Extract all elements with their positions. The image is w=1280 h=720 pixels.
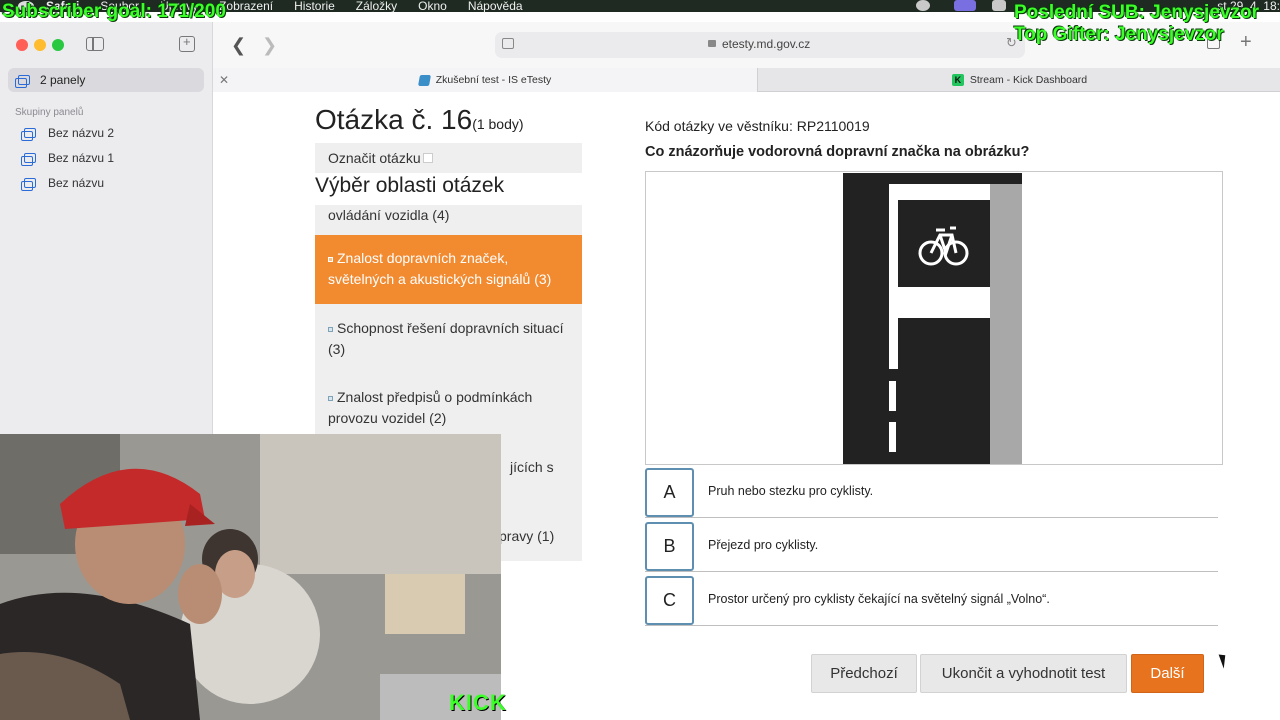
area-item[interactable]: ovládání vozidla (4) [315,205,582,235]
area-label: Znalost dopravních značek, světelných a … [328,250,552,287]
tab-group-label: 2 panely [40,73,86,87]
question-text: Co znázorňuje vodorovná dopravní značka … [645,144,1030,160]
answer-letter[interactable]: A [645,468,694,517]
tab-group-icon [21,178,36,191]
etesty-favicon-icon [417,74,431,86]
question-image [645,171,1223,465]
tab-group-item[interactable]: Bez názvu 1 [18,148,114,168]
answer-text[interactable]: Pruh nebo stezku pro cyklisty. [708,484,873,498]
area-label: ovládání vozidla (4) [328,207,450,223]
close-tab-icon[interactable]: ✕ [219,73,229,87]
question-code: Kód otázky ve věstníku: RP2110019 [645,118,870,134]
area-label: Znalost předpisů o podmínkách provozu vo… [328,389,533,426]
mark-question-checkbox[interactable] [422,153,433,163]
menu-window[interactable]: Okno [418,0,447,12]
answer-letter[interactable]: C [645,576,694,625]
mark-question-box[interactable]: Označit otázku [315,143,582,173]
tab-groups-section-label: Skupiny panelů [15,107,84,118]
close-window-button[interactable] [16,39,28,51]
tab-overview-icon[interactable] [179,34,195,52]
question-number: Otázka č. 16 [315,104,473,135]
forward-button[interactable]: ❯ [262,35,277,56]
status-menu-icon[interactable] [916,0,930,11]
kick-logo: KICK [449,690,507,715]
url-text[interactable]: etesty.md.gov.cz [722,37,810,51]
tab-group-label: Bez názvu [48,176,105,190]
subscriber-goal-overlay: Subscriber goal: 171/200 [2,1,226,22]
finish-test-button[interactable]: Ukončit a vyhodnotit test [920,654,1127,693]
control-center-icon[interactable] [954,0,976,11]
area-heading: Výběr oblasti otázek [315,174,505,197]
bike-lane-road-marking-image [843,173,1022,464]
bullet-icon [328,326,333,332]
menu-history[interactable]: Historie [294,0,335,12]
mouse-cursor-icon [1218,652,1230,669]
area-label: pravy (1) [499,528,555,544]
question-points: (1 body) [472,116,524,132]
question-title: Otázka č. 16(1 body) [315,104,524,136]
reader-icon[interactable] [502,38,514,49]
answer-text[interactable]: Přejezd pro cyklisty. [708,538,818,552]
answer-option-a[interactable]: A Pruh nebo stezku pro cyklisty. [645,468,1218,518]
tab-group-item[interactable]: Bez názvu 2 [18,123,114,143]
tab-etesty[interactable]: Zkušební test - IS eTesty [213,68,758,92]
answer-letter[interactable]: B [645,522,694,571]
tab-group-active[interactable]: 2 panely [8,68,204,92]
last-sub-text: Poslední SUB: Jenysjevzor [1014,2,1259,23]
webcam-feed-image [0,434,501,720]
previous-button[interactable]: Předchozí [811,654,917,693]
tab-group-icon [15,75,30,88]
menu-view[interactable]: Zobrazení [219,0,273,12]
mark-question-label: Označit otázku [328,150,421,166]
tab-title: Stream - Kick Dashboard [969,74,1088,86]
tab-group-label: Bez názvu 2 [48,126,115,140]
tab-group-label: Bez názvu 1 [48,151,115,165]
webcam-overlay [0,434,501,720]
answer-option-b[interactable]: B Přejezd pro cyklisty. [645,522,1218,572]
menu-help[interactable]: Nápověda [468,0,523,12]
area-label: jících s [510,459,554,475]
bullet-icon [328,256,333,262]
top-gifter-text: Top Gifter: Jenysjevzor [1014,24,1224,45]
tab-group-icon [21,128,36,141]
tab-kick-dashboard[interactable]: K Stream - Kick Dashboard [759,68,1280,92]
tab-group-item[interactable]: Bez názvu [18,173,104,193]
zoom-window-button[interactable] [52,39,64,51]
back-button[interactable]: ❮ [231,35,246,56]
answer-text[interactable]: Prostor určený pro cyklisty čekající na … [708,592,1050,606]
tab-group-icon [21,153,36,166]
next-button[interactable]: Další [1131,654,1204,693]
sidebar-toggle-icon[interactable] [86,37,104,51]
lock-icon [708,40,716,47]
bullet-icon [328,395,333,401]
area-item[interactable]: Znalost předpisů o podmínkách provozu vo… [315,373,582,442]
tab-title: Zkušební test - IS eTesty [435,74,552,86]
area-item-active[interactable]: Znalost dopravních značek, světelných a … [315,235,582,304]
minimize-window-button[interactable] [34,39,46,51]
kick-favicon-icon: K [951,74,964,86]
area-item[interactable]: Schopnost řešení dopravních situací (3) [315,304,582,373]
menu-bookmarks[interactable]: Záložky [356,0,397,12]
answer-option-c[interactable]: C Prostor určený pro cyklisty čekající n… [645,576,1218,626]
status-menu-icon-2[interactable] [992,0,1006,11]
stream-info-overlay: Poslední SUB: Jenysjevzor Top Gifter: Je… [1014,2,1280,46]
area-label: Schopnost řešení dopravních situací (3) [328,320,564,357]
